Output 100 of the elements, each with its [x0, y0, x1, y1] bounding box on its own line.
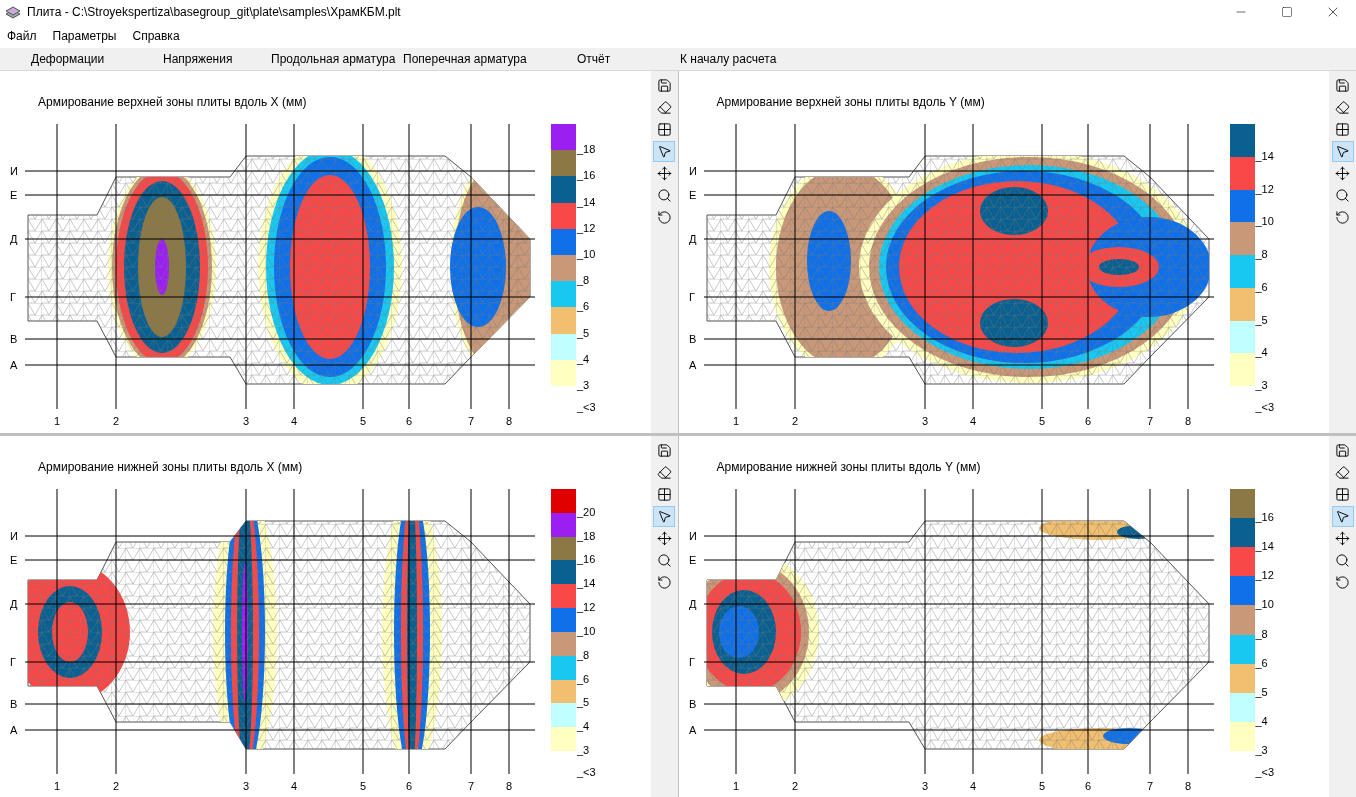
axis-label: 8 [1184, 415, 1191, 427]
tool-button[interactable] [653, 506, 675, 527]
grid-icon [1335, 487, 1350, 502]
axis-label: Д [10, 598, 18, 610]
axis-label: 4 [291, 415, 298, 427]
legend-label: _18 [577, 144, 596, 156]
pointer-icon [1335, 509, 1350, 524]
legend-label: _4 [1255, 347, 1268, 359]
axis-label: 1 [732, 780, 739, 792]
tab-button[interactable]: Напряжения [163, 50, 271, 68]
axis-label: 3 [921, 415, 928, 427]
pointer-icon [656, 144, 672, 159]
axis-label: Г [10, 656, 16, 668]
eraser-icon [1335, 100, 1350, 115]
maximize-icon [1281, 6, 1293, 18]
axis-label: 5 [1038, 415, 1045, 427]
legend-label: _16 [577, 554, 596, 566]
window-title: Плита - C:\Stroyekspertiza\basegroup_git\plate\samples\ХрамКБМ.plt [27, 4, 402, 21]
tab-button[interactable]: Отчёт [577, 50, 680, 68]
legend-label: _10 [1255, 216, 1274, 228]
legend-label: _8 [577, 275, 590, 287]
axis-label: 3 [243, 780, 250, 792]
legend-label: _5 [577, 327, 590, 339]
axis-label: А [10, 359, 18, 371]
pointer-icon [1335, 144, 1350, 159]
legend-label: _6 [1255, 657, 1268, 669]
legend-label: _14 [577, 578, 596, 590]
axis-label: Г [10, 291, 16, 303]
tab-button[interactable]: Деформации [31, 50, 163, 68]
plot-title: Армирование нижней зоны плиты вдоль Y (мм) [715, 459, 982, 476]
axis-label: 2 [113, 780, 120, 792]
axis-label: А [688, 359, 696, 371]
legend-label: _6 [577, 301, 590, 313]
axis-label: 6 [1084, 415, 1091, 427]
tool-button[interactable] [1331, 141, 1354, 162]
axis-label: В [10, 333, 18, 345]
axis-label: И [688, 530, 697, 542]
legend-label: _4 [1255, 715, 1268, 727]
move-icon [1335, 531, 1350, 546]
axis-label: 6 [406, 780, 413, 792]
legend-label: _8 [1255, 249, 1268, 260]
axis-label: 2 [791, 780, 798, 792]
tool-button[interactable] [653, 141, 675, 162]
axis-label: 4 [291, 780, 298, 792]
axis-label: 8 [506, 780, 513, 792]
search-icon [1335, 188, 1350, 203]
legend-label: _<3 [577, 401, 596, 413]
axis-label: 2 [791, 415, 798, 427]
axis-label: А [10, 724, 18, 736]
search-icon [1335, 553, 1350, 568]
legend-label: _16 [577, 170, 596, 182]
rotate-icon [1335, 575, 1350, 590]
menu-item[interactable]: Параметры [47, 27, 122, 45]
eraser-icon [1335, 465, 1350, 480]
move-icon [1335, 166, 1350, 181]
legend-label: _6 [577, 673, 590, 685]
axis-label: 1 [54, 780, 61, 792]
menu-item[interactable]: Файл [2, 27, 42, 45]
move-icon [656, 531, 672, 546]
axis-label: 7 [468, 780, 475, 792]
axis-label: 3 [243, 415, 250, 427]
eraser-icon [656, 100, 672, 115]
save-icon [656, 78, 672, 93]
search-icon [656, 188, 672, 203]
axis-label: Е [10, 189, 18, 201]
legend-label: _<3 [577, 766, 596, 778]
plot-title: Армирование верхней зоны плиты вдоль X (мм) [37, 94, 308, 111]
legend-label: _10 [1255, 599, 1274, 611]
axis-label: В [688, 333, 696, 345]
save-icon [1335, 443, 1350, 458]
tab-button[interactable]: К началу расчета [680, 50, 800, 68]
legend-label: _3 [1255, 380, 1268, 391]
legend-label: _20 [577, 506, 596, 518]
legend-label: _5 [577, 697, 590, 709]
legend-label: _12 [1255, 183, 1274, 195]
tab-button[interactable]: Продольная арматура [271, 50, 403, 68]
legend-label: _8 [577, 649, 590, 661]
legend-label: _12 [577, 222, 596, 234]
axis-label: А [688, 724, 696, 736]
axis-label: 7 [1146, 415, 1153, 427]
axis-label: И [688, 165, 697, 177]
grid-icon [1335, 122, 1350, 137]
axis-label: Д [10, 233, 18, 245]
legend-label: _4 [577, 721, 590, 733]
legend-label: _14 [577, 196, 596, 208]
tab-button[interactable]: Поперечная арматура [403, 50, 577, 68]
axis-label: 1 [732, 415, 739, 427]
axis-label: 7 [1146, 780, 1153, 792]
legend-label: _4 [577, 353, 590, 365]
axis-label: Г [688, 291, 695, 303]
legend-label: _5 [1255, 686, 1268, 698]
legend-label: _14 [1255, 150, 1274, 162]
legend-label: _8 [1255, 628, 1268, 640]
menu-item[interactable]: Справка [127, 27, 185, 45]
rotate-icon [656, 210, 672, 225]
legend-label: _<3 [1255, 767, 1275, 778]
legend-label: _6 [1255, 281, 1268, 293]
move-icon [656, 166, 672, 181]
app-icon [5, 5, 21, 19]
tool-button[interactable] [1331, 506, 1354, 527]
